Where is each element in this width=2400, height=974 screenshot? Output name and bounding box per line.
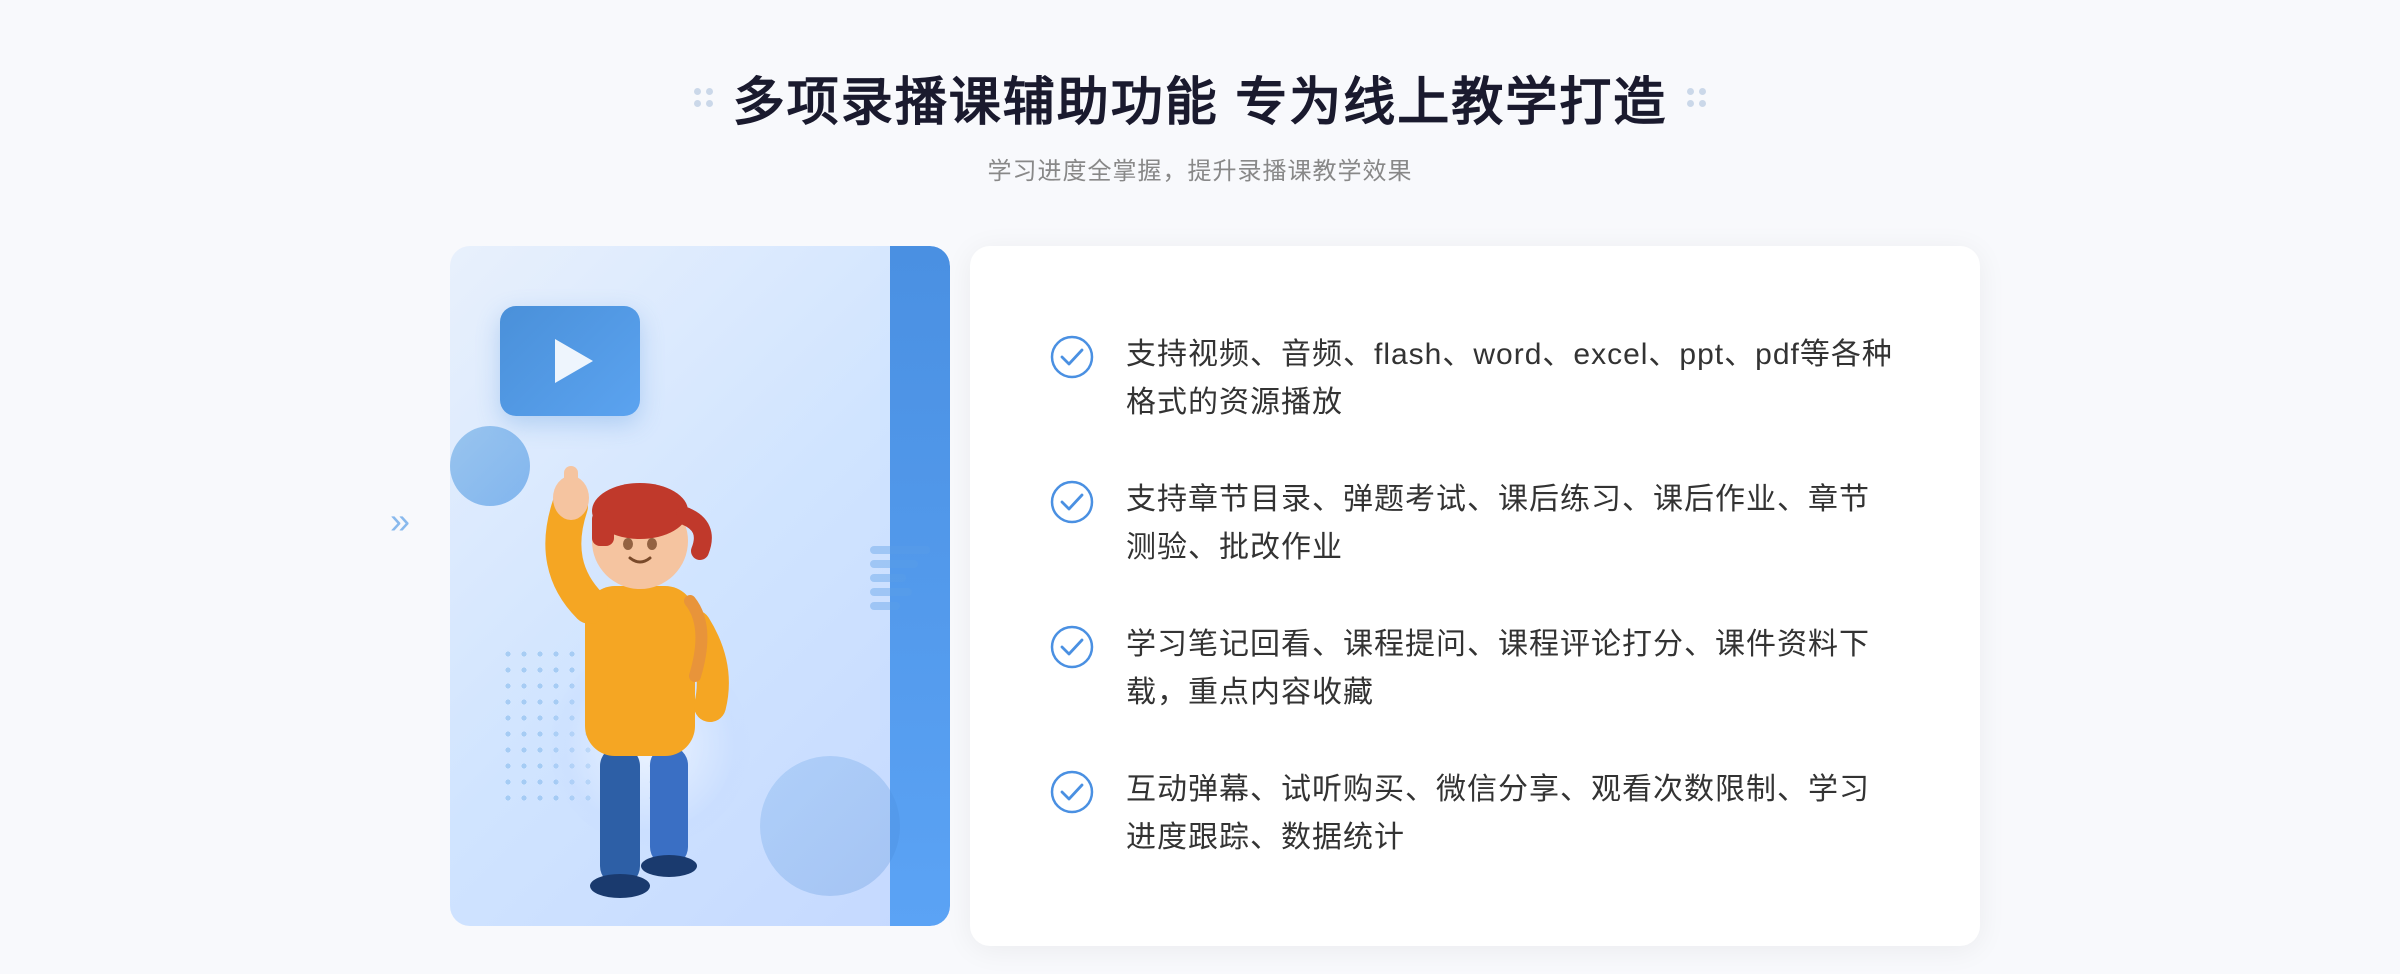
stripes-decoration [870,546,930,666]
check-icon-1 [1050,335,1094,379]
features-content-area: 支持视频、音频、flash、word、excel、ppt、pdf等各种格式的资源… [970,246,1980,946]
check-icon-2 [1050,480,1094,524]
feature-text-2: 支持章节目录、弹题考试、课后练习、课后作业、章节测验、批改作业 [1126,476,1900,572]
person-illustration [480,366,800,926]
feature-text-3: 学习笔记回看、课程提问、课程评论打分、课件资料下载，重点内容收藏 [1126,621,1900,717]
feature-text-4: 互动弹幕、试听购买、微信分享、观看次数限制、学习进度跟踪、数据统计 [1126,766,1900,862]
page-title: 多项录播课辅助功能 专为线上教学打造 [733,60,1667,135]
header-section: 多项录播课辅助功能 专为线上教学打造 学习进度全掌握，提升录播课教学效果 [694,60,1706,186]
feature-item-2: 支持章节目录、弹题考试、课后练习、课后作业、章节测验、批改作业 [1050,456,1900,592]
deco-circle-blue [760,756,900,896]
arrow-left-decoration: » [390,500,410,542]
header-dots-right [1687,88,1706,107]
page-container: » 多项录播课辅助功能 专为线上教学打造 学习进度全掌握，提升录播课教学效果 [0,0,2400,974]
page-subtitle: 学习进度全掌握，提升录播课教学效果 [694,151,1706,186]
feature-text-1: 支持视频、音频、flash、word、excel、ppt、pdf等各种格式的资源… [1126,331,1900,427]
header-dots-left [694,88,713,107]
feature-item-4: 互动弹幕、试听购买、微信分享、观看次数限制、学习进度跟踪、数据统计 [1050,746,1900,882]
main-content: 支持视频、音频、flash、word、excel、ppt、pdf等各种格式的资源… [420,246,1980,946]
feature-item-1: 支持视频、音频、flash、word、excel、ppt、pdf等各种格式的资源… [1050,311,1900,447]
check-icon-3 [1050,625,1094,669]
illustration-area [420,246,1000,946]
check-icon-4 [1050,770,1094,814]
feature-item-3: 学习笔记回看、课程提问、课程评论打分、课件资料下载，重点内容收藏 [1050,601,1900,737]
